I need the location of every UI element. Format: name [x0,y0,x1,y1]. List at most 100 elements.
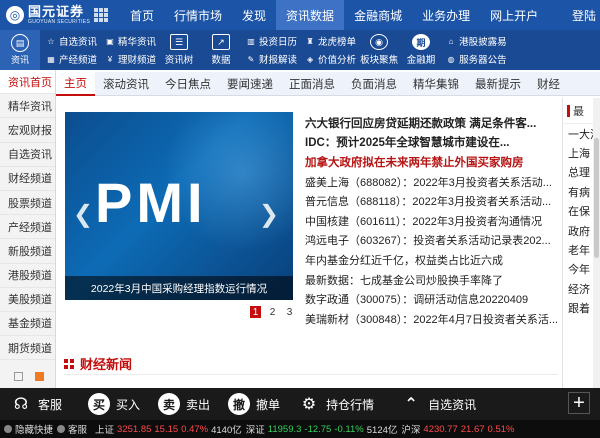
tab-highlights[interactable]: 精华集锦 [405,72,467,96]
headset-icon: ☊ [13,396,29,413]
industry-icon: ▦ [47,54,55,64]
toolbar-hk-disclosure[interactable]: ⌂ 港股披露易 [446,32,507,50]
customer-service-button[interactable]: ☊ 客服 [10,393,62,415]
news-item[interactable]: 中国核建（601611）：2022年3月投资者沟通情况 [305,211,557,231]
headline-banner[interactable]: PMI ❮ ❯ 2022年3月中国采购经理指数运行情况 [65,112,293,300]
top-tab-business[interactable]: 业务办理 [412,0,480,30]
sidebar-item-news-home[interactable]: 资讯首页 [0,70,55,95]
chevron-left-icon[interactable]: ❮ [73,200,93,229]
add-icon[interactable]: + [568,392,590,414]
news-item[interactable]: 美瑞新材（300848）：2022年4月7日投资者关系活... [305,309,557,329]
buy-button[interactable]: 买 买入 [88,393,140,415]
login-link[interactable]: 登陆 [572,0,600,30]
pager-page-1[interactable]: 1 [250,306,261,318]
theme-toggle-icon[interactable] [35,372,44,381]
calendar-icon: ▥ [247,36,255,46]
chevron-right-icon[interactable]: ❯ [259,200,279,229]
pager-page-3[interactable]: 3 [284,306,295,318]
money-icon: ¥ [107,54,113,64]
brand-name-en: GUOYUAN SECURITIES [28,19,91,25]
star-icon: ☆ [47,36,55,46]
brand-logo: ◎ 国元证券 GUOYUAN SECURITIES [0,0,120,30]
news-item[interactable]: 最新数据：七成基金公司炒股换手率降了 [305,270,557,290]
top-nav: ◎ 国元证券 GUOYUAN SECURITIES 首页 行情市场 发现 资讯数… [0,0,600,30]
news-item[interactable]: 盛美上海（688082）：2022年3月投资者关系活动... [305,172,557,192]
brand-dots-icon [94,8,109,22]
watch-news-button[interactable]: ⌃ 自选资讯 [400,393,476,415]
position-quote-button[interactable]: ⚙ 持仓行情 [298,393,374,415]
sell-button[interactable]: 卖 卖出 [158,393,210,415]
sidebar-item-watchlist[interactable]: 自选资讯 [0,143,55,167]
toolbar-wealth-channel[interactable]: ¥ 理财频道 [105,50,156,68]
tab-today-focus[interactable]: 今日焦点 [157,72,219,96]
news-item[interactable]: 普元信息（688118）：2022年3月投资者关系活动... [305,191,557,211]
status-service-button[interactable]: 客服 [57,422,87,436]
news-item[interactable]: 加拿大政府拟在未来两年禁止外国买家购房 [305,152,557,172]
tab-latest-tips[interactable]: 最新提示 [467,72,529,96]
brand-name: 国元证券 [28,4,85,19]
toolbar-sector-focus[interactable]: ◉ 板块聚焦 [360,34,398,66]
index-shenzhen[interactable]: 深证 11959.3 -12.75 -0.11% 5124亿 [246,422,398,437]
top-tab-open-account[interactable]: 网上开户 [480,0,548,30]
period-icon: 期 [412,34,431,50]
sidebar-item-macro[interactable]: 宏观财报 [0,118,55,143]
tab-rolling[interactable]: 滚动资讯 [95,72,157,96]
finance-news-title: 财经新闻 [80,357,133,372]
tab-headlines[interactable]: 要闻速递 [219,72,281,96]
toolbar-featured-news[interactable]: ▣ 精华资讯 [105,32,156,50]
toolbar-news-tree[interactable]: ☰ 资讯树 [160,34,198,66]
cancel-order-icon: 撤 [228,393,251,415]
toolbar-report-analysis[interactable]: ✎ 财报解读 [246,50,297,68]
toolbar-dragon-list[interactable]: ♜ 龙虎榜单 [305,32,356,50]
top-tab-discover[interactable]: 发现 [232,0,276,30]
toolbar-invest-calendar[interactable]: ▥ 投资日历 [246,32,297,50]
toolbar-news-button[interactable]: ▤ 资讯 [0,30,40,70]
sidebar-item-us[interactable]: 美股频道 [0,288,55,312]
toolbar-industry-channel[interactable]: ▦ 产经频道 [46,50,97,68]
tab-home[interactable]: 主页 [56,71,95,96]
toolbar-server-notice[interactable]: ◍ 服务器公告 [446,50,507,68]
vertical-scrollbar[interactable] [593,98,600,388]
sidebar-item-ipo[interactable]: 新股频道 [0,239,55,264]
news-item[interactable]: 鸿远电子（603267）：投资者关系活动记录表202... [305,231,557,251]
sidebar-item-futures[interactable]: 期货频道 [0,336,55,361]
toolbar-watch-news[interactable]: ☆ 自选资讯 [46,32,97,50]
tab-positive[interactable]: 正面消息 [281,72,343,96]
sidebar-item-finance[interactable]: 财经频道 [0,167,55,191]
sub-tabs: 主页 滚动资讯 今日焦点 要闻速递 正面消息 负面消息 精华集锦 最新提示 财经 [56,71,600,96]
scrollbar-thumb[interactable] [594,138,599,258]
tab-negative[interactable]: 负面消息 [343,72,405,96]
toolbar-data[interactable]: ↗ 数据 [202,34,240,66]
report-icon: ✎ [247,54,255,64]
top-tab-news-data[interactable]: 资讯数据 [276,0,345,30]
index-shanghai[interactable]: 上证 3251.85 15.15 0.47% 4140亿 [95,422,242,437]
hide-shortcuts-button[interactable]: 隐藏快捷 [4,422,53,436]
position-icon: ⚙ [301,396,317,413]
channel-sidebar: 资讯首页 精华资讯 宏观财报 自选资讯 财经频道 股票频道 产经频道 新股频道 … [0,70,56,388]
index-hs300[interactable]: 沪深 4230.77 21.67 0.51% [401,422,514,437]
news-item[interactable]: 数字政通（300075）：调研活动信息20220409 [305,289,557,309]
bookmark-icon: ▣ [106,36,114,46]
cancel-order-button[interactable]: 撤 撤单 [228,393,280,415]
right-column-title: 最 [573,105,584,118]
sidebar-item-industry[interactable]: 产经频道 [0,215,55,240]
toggle-icon [4,425,12,433]
news-item[interactable]: 六大银行回应房贷延期还款政策 满足条件客... [305,113,557,133]
chart-icon: ↗ [212,34,231,50]
news-item[interactable]: IDC：预计2025年全球智慧城市建设在... [305,133,557,153]
top-tab-mall[interactable]: 金融商城 [344,0,412,30]
news-item[interactable]: 年内基金分红近千亿，权益类占比近六成 [305,250,557,270]
top-tab-home[interactable]: 首页 [120,0,164,30]
toolbar-value-analysis[interactable]: ◈ 价值分析 [305,50,356,68]
banner-caption: 2022年3月中国采购经理指数运行情况 [65,276,293,300]
sidebar-item-featured[interactable]: 精华资讯 [0,94,55,119]
sidebar-item-hk[interactable]: 港股频道 [0,264,55,288]
layout-toggle-icon[interactable] [14,372,23,381]
pager-page-2[interactable]: 2 [267,306,278,318]
top-tab-market[interactable]: 行情市场 [164,0,232,30]
sidebar-item-stock[interactable]: 股票频道 [0,191,55,216]
sidebar-item-fund[interactable]: 基金频道 [0,312,55,337]
toolbar-finance-period[interactable]: 期 金融期 [402,34,440,66]
tab-finance[interactable]: 财经 [529,72,568,96]
grid-icon [64,358,74,369]
